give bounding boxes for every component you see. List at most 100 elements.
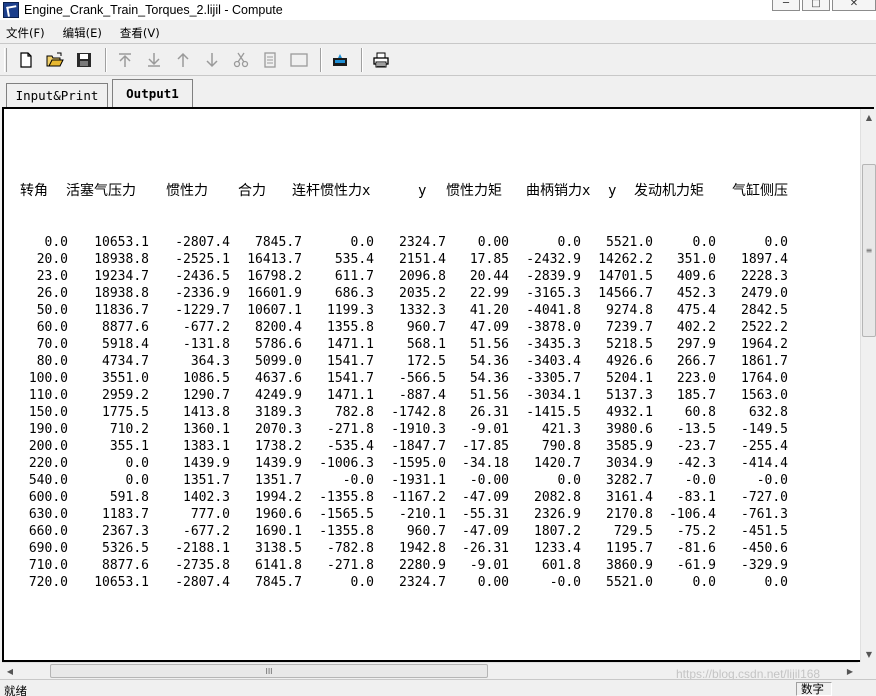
move-down-button[interactable] (199, 48, 225, 72)
output-text-area[interactable]: 转角 活塞气压力 惯性力 合力 连杆惯性力x y 惯性力矩 曲柄销力x y 发动机力矩 气缸侧压 0… (4, 109, 860, 660)
toolbar-grip[interactable] (4, 47, 7, 72)
table-cell: 5521.0 (606, 575, 653, 590)
table-cell: -3435.3 (526, 337, 581, 352)
vertical-scrollbar[interactable]: ▲ ≡ ▼ (860, 109, 876, 662)
table-cell: 172.5 (406, 354, 446, 369)
table-cell: 0.0 (350, 575, 374, 590)
table-cell: 720.0 (28, 575, 68, 590)
table-cell: 8877.6 (102, 320, 149, 335)
table-row: 690.0 5326.5 -2188.1 3138.5 -782.8 1942.8 -26.… (20, 540, 800, 557)
table-cell: 10653.1 (94, 235, 149, 250)
table-cell: 20.44 (469, 269, 509, 284)
table-cell: 190.0 (28, 422, 68, 437)
horizontal-scroll-thumb[interactable]: III (50, 664, 488, 678)
table-row: 20.0 18938.8 -2525.1 16413.7 535.4 2151.4 17.8… (20, 251, 800, 268)
table-cell: -329.9 (741, 558, 788, 573)
table-cell: -1355.8 (319, 490, 374, 505)
table-cell: 351.0 (676, 252, 716, 267)
table-cell: -13.5 (676, 422, 716, 437)
scroll-right-icon[interactable]: ▶ (842, 663, 858, 679)
table-cell: -131.8 (183, 337, 230, 352)
vertical-scroll-thumb[interactable]: ≡ (862, 164, 876, 337)
scroll-left-icon[interactable]: ◀ (2, 663, 18, 679)
move-bottom-button[interactable] (141, 48, 167, 72)
menu-file[interactable]: 文件(F) (3, 24, 48, 42)
table-cell: -535.4 (327, 439, 374, 454)
scroll-up-icon[interactable]: ▲ (861, 109, 876, 125)
table-cell: 3161.4 (606, 490, 653, 505)
table-cell: 1402.3 (183, 490, 230, 505)
menu-view[interactable]: 查看(V) (117, 24, 163, 42)
table-cell: 1994.2 (255, 490, 302, 505)
app-icon (3, 2, 19, 18)
table-cell: 2151.4 (399, 252, 446, 267)
tab-input-print[interactable]: Input&Print (6, 83, 108, 107)
table-cell: 5326.5 (102, 541, 149, 556)
table-cell: 3585.9 (606, 439, 653, 454)
move-down-icon (206, 52, 218, 67)
save-button[interactable] (71, 48, 97, 72)
table-cell: 5099.0 (255, 354, 302, 369)
table-cell: 452.3 (676, 286, 716, 301)
table-cell: 0.0 (692, 235, 716, 250)
table-cell: 0.0 (44, 235, 68, 250)
table-header: 转角 活塞气压力 惯性力 合力 连杆惯性力x y 惯性力矩 曲柄销力x y 发动机力矩 气缸侧压 (20, 182, 800, 200)
table-cell: 5521.0 (606, 235, 653, 250)
table-cell: 297.9 (676, 337, 716, 352)
tab-output1[interactable]: Output1 (112, 79, 193, 107)
table-cell: -83.1 (676, 490, 716, 505)
tab-strip: Input&Print Output1 (0, 77, 876, 107)
scroll-down-icon[interactable]: ▼ (861, 646, 876, 662)
table-cell: -1931.1 (391, 473, 446, 488)
table-cell: -0.0 (684, 473, 716, 488)
table-cell: 409.6 (676, 269, 716, 284)
menu-edit[interactable]: 编辑(E) (60, 24, 105, 42)
new-document-button[interactable] (13, 48, 39, 72)
table-cell: 47.09 (469, 320, 509, 335)
table-cell: -3403.4 (526, 354, 581, 369)
table-row: 50.0 11836.7 -1229.7 10607.1 1199.3 1332.3 41.… (20, 302, 800, 319)
table-cell: 2070.3 (255, 422, 302, 437)
blank-button[interactable] (286, 48, 312, 72)
table-cell: 2170.8 (606, 507, 653, 522)
table-row: 150.0 1775.5 1413.8 3189.3 782.8 -1742.8 26.31… (20, 404, 800, 421)
table-cell: 18938.8 (94, 252, 149, 267)
close-button[interactable]: ✕ (832, 0, 876, 11)
print-button[interactable] (368, 48, 394, 72)
table-cell: 600.0 (28, 490, 68, 505)
table-cell: 80.0 (36, 354, 68, 369)
table-cell: 568.1 (406, 337, 446, 352)
toolbar (0, 43, 876, 76)
table-cell: -1006.3 (319, 456, 374, 471)
table-cell: 2280.9 (399, 558, 446, 573)
table-cell: 686.3 (334, 286, 374, 301)
table-cell: -4041.8 (526, 303, 581, 318)
table-cell: -0.0 (342, 473, 374, 488)
table-cell: 0.0 (764, 235, 788, 250)
move-up-button[interactable] (170, 48, 196, 72)
table-cell: 19234.7 (94, 269, 149, 284)
copy-button[interactable] (257, 48, 283, 72)
table-cell: 11836.7 (94, 303, 149, 318)
table-cell: 150.0 (28, 405, 68, 420)
maximize-button[interactable]: □ (802, 0, 830, 11)
table-cell: 611.7 (334, 269, 374, 284)
table-cell: -2735.8 (175, 558, 230, 573)
table-cell: 51.56 (469, 337, 509, 352)
cut-button[interactable] (228, 48, 254, 72)
table-cell: 1897.4 (741, 252, 788, 267)
move-top-button[interactable] (112, 48, 138, 72)
table-cell: 5137.3 (606, 388, 653, 403)
minimize-button[interactable]: ─ (772, 0, 800, 11)
table-cell: 5918.4 (102, 337, 149, 352)
table-cell: 185.7 (676, 388, 716, 403)
table-cell: 0.0 (692, 575, 716, 590)
table-cell: 51.56 (469, 388, 509, 403)
camera-button[interactable] (327, 48, 353, 72)
table-cell: 1690.1 (255, 524, 302, 539)
window-controls: ─ □ ✕ (770, 0, 876, 11)
table-cell: -3878.0 (526, 320, 581, 335)
open-button[interactable] (42, 48, 68, 72)
table-cell: 1351.7 (255, 473, 302, 488)
table-row: 0.0 10653.1 -2807.4 7845.7 0.0 2324.7 0.00 0.0 5… (20, 234, 800, 251)
